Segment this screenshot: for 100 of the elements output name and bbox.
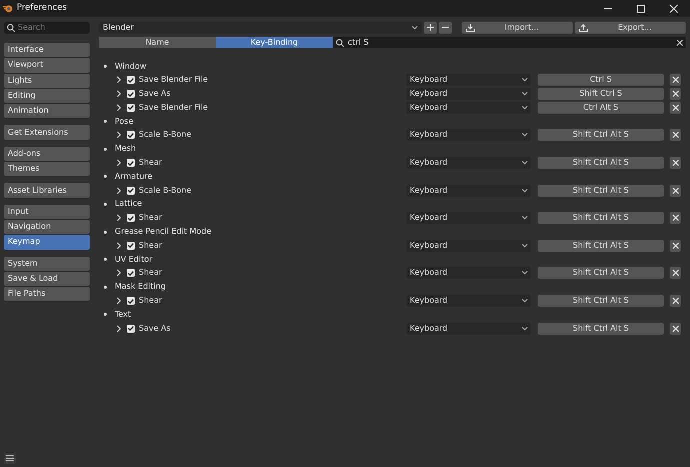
- key-binding-button[interactable]: Shift Ctrl S: [538, 88, 664, 100]
- checkbox[interactable]: [127, 159, 135, 168]
- checkbox[interactable]: [127, 131, 135, 140]
- sidebar-item[interactable]: System: [4, 256, 90, 271]
- filter-tab[interactable]: Name: [99, 37, 216, 48]
- sidebar-item[interactable]: File Paths: [4, 287, 90, 302]
- expand-chevron-icon[interactable]: [116, 297, 122, 306]
- key-binding-button[interactable]: Ctrl Alt S: [538, 102, 664, 114]
- caret-icon: [522, 299, 528, 304]
- input-type-dropdown[interactable]: Keyboard: [407, 212, 531, 224]
- expand-chevron-icon[interactable]: [116, 131, 122, 140]
- remove-button[interactable]: [670, 267, 681, 280]
- remove-button[interactable]: [670, 102, 681, 114]
- checkbox[interactable]: [127, 76, 135, 84]
- expand-chevron-icon[interactable]: [116, 324, 122, 333]
- key-binding-button[interactable]: Ctrl S: [538, 74, 664, 86]
- input-type-dropdown[interactable]: Keyboard: [407, 267, 531, 280]
- remove-button[interactable]: [670, 240, 681, 252]
- keymap-item-name: Save Blender File: [139, 74, 210, 86]
- expand-chevron-icon[interactable]: [116, 269, 122, 278]
- search-icon: [336, 38, 344, 46]
- sidebar-item[interactable]: Lights: [4, 74, 90, 88]
- key-binding-button[interactable]: Shift Ctrl Alt S: [538, 322, 664, 335]
- sidebar-item[interactable]: Navigation: [4, 220, 90, 234]
- sidebar-item[interactable]: Asset Libraries: [4, 183, 90, 198]
- key-binding-button[interactable]: Shift Ctrl Alt S: [538, 212, 664, 224]
- checkbox[interactable]: [127, 324, 135, 333]
- sidebar-item[interactable]: Keymap: [4, 235, 90, 250]
- remove-button[interactable]: [670, 157, 681, 170]
- input-type-dropdown[interactable]: Keyboard: [407, 102, 531, 114]
- remove-button[interactable]: [670, 295, 681, 308]
- section-label: Window: [115, 60, 147, 72]
- clear-search-button[interactable]: [677, 40, 683, 46]
- import-button[interactable]: Import...: [462, 22, 573, 34]
- close-icon: [672, 91, 678, 98]
- key-binding-button[interactable]: Shift Ctrl Alt S: [538, 129, 664, 142]
- checkbox[interactable]: [127, 104, 135, 112]
- remove-button[interactable]: [670, 88, 681, 100]
- section-label: Text: [115, 308, 132, 321]
- menu-button[interactable]: [4, 453, 16, 464]
- checkbox[interactable]: [127, 297, 135, 306]
- checkbox[interactable]: [127, 242, 135, 250]
- expand-chevron-icon[interactable]: [116, 76, 122, 84]
- filter-tab[interactable]: Key-Binding: [216, 37, 333, 48]
- key-binding-button[interactable]: Shift Ctrl Alt S: [538, 295, 664, 308]
- sidebar-item[interactable]: Themes: [4, 162, 90, 176]
- key-binding-button[interactable]: Shift Ctrl Alt S: [538, 157, 664, 170]
- input-type-dropdown[interactable]: Keyboard: [407, 157, 531, 170]
- keymap-item-name: Save Blender File: [139, 102, 210, 114]
- checkbox[interactable]: [127, 186, 135, 195]
- sidebar-item[interactable]: Interface: [4, 43, 90, 58]
- input-type-dropdown[interactable]: Keyboard: [407, 88, 531, 100]
- export-button[interactable]: Export...: [575, 22, 686, 34]
- add-preset-button[interactable]: [424, 22, 437, 34]
- bullet-icon: [104, 120, 107, 124]
- remove-button[interactable]: [670, 74, 681, 86]
- key-binding-button[interactable]: Shift Ctrl Alt S: [538, 240, 664, 252]
- keymap-item-name: Shear: [139, 267, 164, 280]
- remove-button[interactable]: [670, 129, 681, 142]
- expand-chevron-icon[interactable]: [116, 242, 122, 250]
- input-type-dropdown[interactable]: Keyboard: [407, 322, 531, 335]
- remove-button[interactable]: [670, 212, 681, 224]
- search-box[interactable]: Search: [4, 22, 90, 34]
- caret-icon: [522, 161, 528, 166]
- close-icon: [672, 160, 678, 166]
- sidebar-item[interactable]: Save & Load: [4, 272, 90, 286]
- filter-search-field[interactable]: ctrl S: [348, 36, 673, 48]
- expand-chevron-icon[interactable]: [116, 159, 122, 168]
- input-type-dropdown[interactable]: Keyboard: [407, 129, 531, 142]
- input-type-dropdown[interactable]: Keyboard: [407, 240, 531, 252]
- input-type-dropdown[interactable]: Keyboard: [407, 295, 531, 308]
- input-type-dropdown[interactable]: Keyboard: [407, 74, 531, 86]
- expand-chevron-icon[interactable]: [116, 104, 122, 112]
- sidebar-item[interactable]: Add-ons: [4, 146, 90, 162]
- remove-preset-button[interactable]: [439, 22, 452, 34]
- filter-search-box[interactable]: ctrl S: [333, 37, 686, 48]
- expand-chevron-icon[interactable]: [116, 214, 122, 222]
- remove-button[interactable]: [670, 184, 681, 197]
- checkbox[interactable]: [127, 214, 135, 222]
- expand-chevron-icon[interactable]: [116, 186, 122, 195]
- sidebar-item[interactable]: Viewport: [4, 58, 90, 73]
- search-field[interactable]: Search: [18, 22, 88, 34]
- bullet-icon: [104, 175, 107, 178]
- sidebar-item[interactable]: Input: [4, 204, 90, 219]
- input-type-dropdown[interactable]: Keyboard: [407, 184, 531, 197]
- checkbox[interactable]: [127, 269, 135, 278]
- preset-dropdown[interactable]: Blender: [99, 22, 422, 34]
- key-binding-button[interactable]: Shift Ctrl Alt S: [538, 184, 664, 197]
- section-label: Armature: [115, 170, 153, 183]
- caret-icon: [522, 326, 528, 331]
- sidebar-item[interactable]: Editing: [4, 88, 90, 104]
- key-binding-button[interactable]: Shift Ctrl Alt S: [538, 267, 664, 280]
- close-icon: [672, 188, 678, 194]
- remove-button[interactable]: [670, 322, 681, 335]
- expand-chevron-icon[interactable]: [116, 90, 122, 98]
- caret-icon: [412, 26, 418, 30]
- sidebar-item[interactable]: Animation: [4, 104, 90, 118]
- sidebar-item[interactable]: Get Extensions: [4, 125, 90, 140]
- section-label: Grease Pencil Edit Mode: [115, 226, 212, 238]
- checkbox[interactable]: [127, 90, 135, 98]
